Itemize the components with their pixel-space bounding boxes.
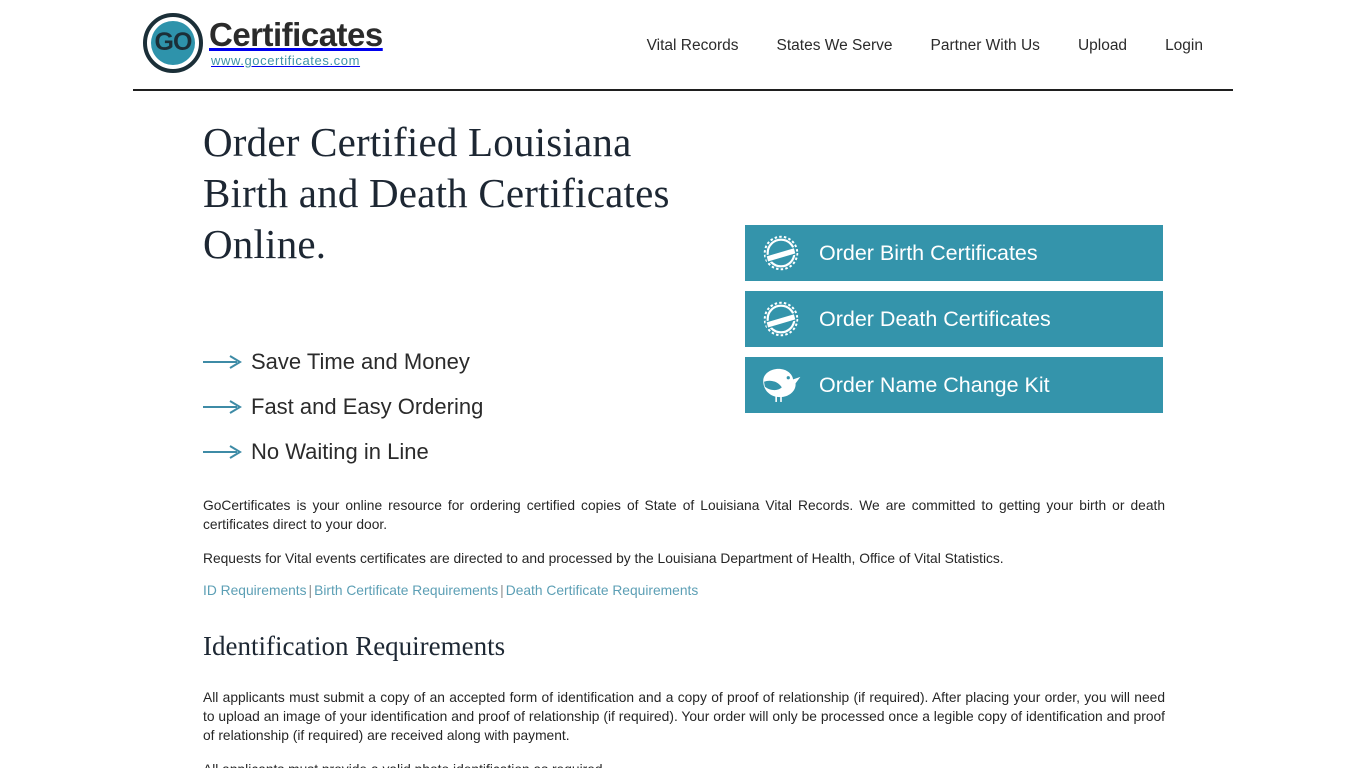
arrow-right-icon [203,444,247,459]
cta-button-stack: Order Birth Certificates Order Death Cer… [745,225,1163,423]
logo-title: Certificates [209,16,383,53]
feature-label: No Waiting in Line [251,438,429,464]
logo-wordmark: Certificates www.gocertificates.com [209,18,383,67]
order-death-certificates-button[interactable]: Order Death Certificates [745,291,1163,347]
logo-subtitle: www.gocertificates.com [211,53,361,68]
order-birth-certificates-label: Order Birth Certificates [819,240,1038,265]
feature-label: Save Time and Money [251,348,470,374]
site-logo[interactable]: GO Certificates www.gocertificates.com [143,12,383,73]
nav-item-upload[interactable]: Upload [1078,37,1127,55]
link-id-requirements[interactable]: ID Requirements [203,583,307,598]
header-inner: GO Certificates www.gocertificates.com V… [133,0,1233,91]
intro-paragraph-1: GoCertificates is your online resource f… [203,498,1165,532]
nav-item-login[interactable]: Login [1165,37,1203,55]
link-separator: | [500,583,504,598]
hero-section: Order Certified Louisiana Birth and Deat… [203,117,1163,413]
arrow-right-icon [203,399,247,414]
identification-paragraph-2: All applicants must provide a valid phot… [203,760,1165,768]
order-death-certificates-label: Order Death Certificates [819,306,1051,331]
requirements-link-row: ID Requirements | Birth Certificate Requir… [203,583,1163,598]
logo-mark: GO [143,12,203,73]
main-navigation: Vital Records States We Serve Partner Wi… [647,37,1203,55]
seal-icon [755,231,807,275]
nav-item-vital-records[interactable]: Vital Records [647,37,739,55]
nav-item-partner-with-us[interactable]: Partner With Us [931,37,1040,55]
order-name-change-kit-button[interactable]: Order Name Change Kit [745,357,1163,413]
link-separator: | [308,583,313,598]
section-title-identification-requirements: Identification Requirements [203,631,506,661]
arrow-right-icon [203,354,247,369]
site-header: GO Certificates www.gocertificates.com V… [0,0,1366,92]
content-column: Order Certified Louisiana Birth and Deat… [203,117,1165,768]
link-birth-certificate-requirements[interactable]: Birth Certificate Requirements [314,583,498,598]
page-title: Order Certified Louisiana Birth and Deat… [203,119,670,267]
order-birth-certificates-button[interactable]: Order Birth Certificates [745,225,1163,281]
link-death-certificate-requirements[interactable]: Death Certificate Requirements [506,583,698,598]
seal-icon [755,297,807,341]
bird-icon [755,363,807,407]
intro-paragraph-2: Requests for Vital events certificates a… [203,551,1004,566]
logo-go-text: GO [154,28,193,56]
identification-paragraph-1: All applicants must submit a copy of an … [203,690,1165,743]
feature-item-no-waiting-in-line: No Waiting in Line [203,429,1163,474]
nav-item-states-we-serve[interactable]: States We Serve [777,37,893,55]
feature-label: Fast and Easy Ordering [251,393,484,419]
order-name-change-kit-label: Order Name Change Kit [819,372,1050,397]
